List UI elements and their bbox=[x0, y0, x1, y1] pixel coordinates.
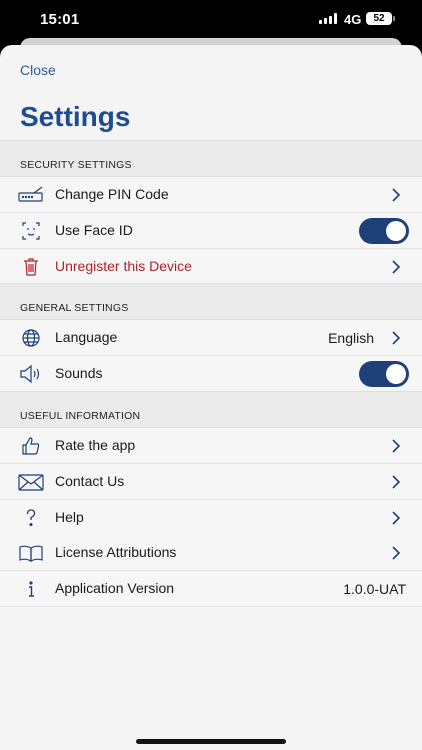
rate-app-label: Rate the app bbox=[55, 437, 136, 453]
battery-level: 52 bbox=[373, 13, 385, 24]
speaker-icon bbox=[18, 362, 44, 386]
help-row[interactable]: Help bbox=[0, 500, 422, 536]
battery-tip bbox=[393, 16, 395, 21]
face-id-icon bbox=[18, 219, 44, 243]
page-title: Settings bbox=[20, 101, 131, 132]
trash-icon bbox=[18, 255, 44, 279]
status-bar: 15:01 4G 52 bbox=[0, 0, 422, 40]
section-header-security: SECURITY SETTINGS bbox=[0, 140, 422, 177]
change-pin-row[interactable]: Change PIN Code bbox=[0, 177, 422, 213]
face-id-toggle[interactable] bbox=[359, 218, 409, 244]
status-time: 15:01 bbox=[40, 11, 80, 28]
envelope-icon bbox=[18, 470, 44, 494]
toggle-knob bbox=[386, 364, 406, 384]
chevron-right-icon bbox=[389, 437, 403, 455]
network-label: 4G bbox=[344, 12, 362, 27]
license-row[interactable]: License Attributions bbox=[0, 535, 422, 571]
chevron-right-icon bbox=[389, 473, 403, 491]
face-id-label: Use Face ID bbox=[55, 222, 133, 238]
rate-app-row[interactable]: Rate the app bbox=[0, 428, 422, 464]
language-label: Language bbox=[55, 329, 118, 345]
chevron-right-icon bbox=[389, 509, 403, 527]
globe-icon bbox=[18, 326, 44, 350]
book-icon bbox=[18, 541, 44, 565]
unregister-row[interactable]: Unregister this Device bbox=[0, 249, 422, 285]
section-title: USEFUL INFORMATION bbox=[20, 410, 141, 422]
contact-us-label: Contact Us bbox=[55, 473, 125, 489]
chevron-right-icon bbox=[389, 544, 403, 562]
help-label: Help bbox=[55, 509, 84, 525]
section-header-general: GENERAL SETTINGS bbox=[0, 283, 422, 320]
change-pin-label: Change PIN Code bbox=[55, 186, 169, 202]
thumbs-up-icon bbox=[18, 434, 44, 458]
sounds-toggle[interactable] bbox=[359, 361, 409, 387]
home-indicator bbox=[136, 739, 286, 744]
version-label: Application Version bbox=[55, 580, 175, 596]
section-header-info: USEFUL INFORMATION bbox=[0, 391, 422, 428]
question-icon bbox=[18, 506, 44, 530]
version-value: 1.0.0-UAT bbox=[343, 581, 406, 597]
chevron-right-icon bbox=[389, 186, 403, 204]
language-value: English bbox=[328, 330, 374, 346]
close-button[interactable]: Close bbox=[20, 62, 56, 78]
section-title: GENERAL SETTINGS bbox=[20, 302, 129, 314]
chevron-right-icon bbox=[389, 258, 403, 276]
section-title: SECURITY SETTINGS bbox=[20, 159, 132, 171]
license-label: License Attributions bbox=[55, 544, 177, 560]
version-row: Application Version 1.0.0-UAT bbox=[0, 571, 422, 607]
chevron-right-icon bbox=[389, 329, 403, 347]
keyboard-icon bbox=[18, 183, 44, 207]
battery-icon: 52 bbox=[366, 12, 392, 25]
unregister-label: Unregister this Device bbox=[55, 258, 192, 274]
language-row[interactable]: Language English bbox=[0, 320, 422, 356]
toggle-knob bbox=[386, 221, 406, 241]
sounds-label: Sounds bbox=[55, 365, 103, 381]
settings-sheet: Close Settings SECURITY SETTINGS Change … bbox=[0, 45, 422, 750]
sounds-row: Sounds bbox=[0, 356, 422, 392]
contact-us-row[interactable]: Contact Us bbox=[0, 464, 422, 500]
signal-icon bbox=[319, 13, 339, 24]
info-icon bbox=[18, 577, 44, 601]
face-id-row: Use Face ID bbox=[0, 213, 422, 249]
